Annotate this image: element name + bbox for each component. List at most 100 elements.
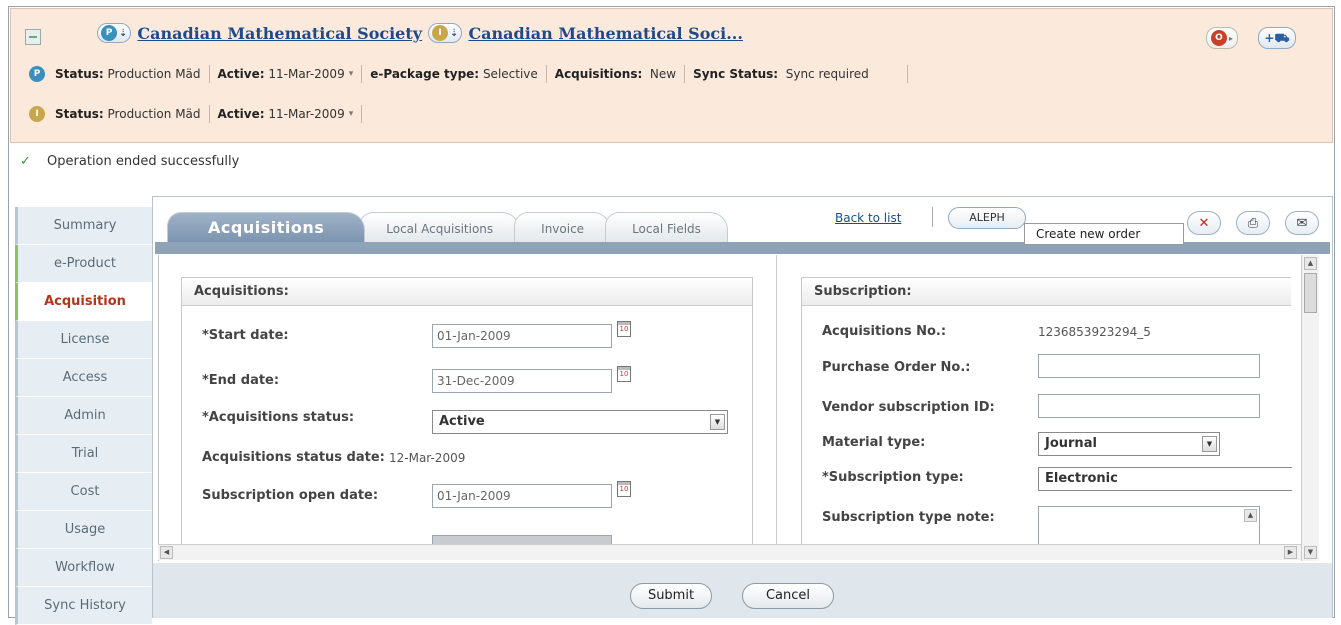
tab-acquisitions[interactable]: Acquisitions (167, 212, 366, 242)
start-date-field[interactable]: 01-Jan-2009 (432, 324, 612, 348)
horizontal-scrollbar[interactable]: ◀ ▶ (158, 544, 1301, 560)
sidebar-item-admin[interactable]: Admin (15, 397, 152, 435)
email-icon[interactable]: ✉ (1285, 211, 1319, 235)
calendar-icon[interactable]: 10 (617, 321, 631, 337)
divider (208, 105, 210, 123)
sidebar-item-summary[interactable]: Summary (15, 207, 152, 245)
acq-status-date-label: Acquisitions status date: (202, 450, 385, 465)
start-date-label: *Start date: (202, 328, 289, 343)
cart-add-icon[interactable]: +⛟ (1258, 27, 1296, 49)
interface-title-link[interactable]: Canadian Mathematical Soci... (468, 24, 743, 43)
caret-icon[interactable]: ▾ (349, 109, 354, 119)
package-icon: P (101, 25, 117, 41)
info-arrow-icon: ⇣ (450, 27, 459, 39)
print-icon[interactable]: ⎙ (1236, 211, 1270, 235)
divider (208, 65, 210, 83)
divider (684, 65, 686, 83)
status-value: Production Mäd (107, 107, 201, 121)
scroll-right-icon[interactable]: ▶ (1284, 546, 1297, 559)
scroll-down-icon[interactable]: ▼ (1304, 546, 1317, 559)
divider (932, 207, 933, 227)
scroll-up-icon[interactable]: ▲ (1244, 509, 1257, 522)
acq-status-select[interactable]: Active ▼ (432, 410, 728, 434)
sub-open-date-field[interactable]: 01-Jan-2009 (432, 484, 612, 508)
sidebar-item-cost[interactable]: Cost (15, 473, 152, 511)
calendar-icon[interactable]: 10 (617, 366, 631, 382)
tab-local-acquisitions[interactable]: Local Acquisitions (359, 212, 521, 242)
acq-value: New (649, 67, 677, 81)
success-message: ✓ Operation ended successfully (20, 154, 239, 169)
vendor-id-label: Vendor subscription ID: (822, 400, 995, 415)
tab-bar: Acquisitions Local Acquisitions Invoice … (167, 212, 728, 242)
acq-status-value: Active (439, 414, 485, 429)
sidebar-item-sync-history[interactable]: Sync History (15, 587, 152, 625)
chevron-down-icon: ▼ (1202, 436, 1217, 452)
active-label: Active: (217, 67, 265, 81)
material-type-select[interactable]: Journal ▼ (1038, 432, 1220, 456)
aleph-button[interactable]: ALEPH (948, 207, 1026, 229)
material-type-value: Journal (1045, 436, 1097, 451)
material-type-label: Material type: (822, 435, 926, 450)
info-arrow-icon: ⇣ (119, 27, 128, 39)
section-heading: Acquisitions: (182, 278, 752, 306)
acq-no-value: 1236853923294_5 (1038, 325, 1151, 339)
acq-no-label: Acquisitions No.: (822, 324, 947, 339)
sync-value: Sync required (785, 67, 869, 81)
sub-type-value: Electronic (1045, 471, 1118, 486)
tab-invoice[interactable]: Invoice (514, 212, 612, 242)
vertical-scrollbar[interactable]: ▲ ▼ (1301, 255, 1319, 561)
package-title-link[interactable]: Canadian Mathematical Society (137, 24, 422, 43)
scroll-left-icon[interactable]: ◀ (160, 546, 173, 559)
interface-badge[interactable]: I ⇣ (428, 23, 463, 43)
scroll-thumb[interactable] (1304, 273, 1317, 313)
collapse-button[interactable] (25, 29, 41, 45)
end-date-field[interactable]: 31-Dec-2009 (432, 369, 612, 393)
interface-status-row: I Status: Production Mäd Active: 11-Mar-… (29, 105, 370, 123)
order-icon: O (1210, 30, 1227, 46)
sidebar-item-acquisition[interactable]: Acquisition (15, 283, 152, 321)
record-header: P ⇣ Canadian Mathematical Society I ⇣ Ca… (10, 8, 1333, 143)
submit-button[interactable]: Submit (630, 583, 712, 609)
po-label: Purchase Order No.: (822, 360, 971, 375)
package-badge[interactable]: P ⇣ (97, 23, 132, 43)
sidebar-item-access[interactable]: Access (15, 359, 152, 397)
status-label: Status: (55, 107, 104, 121)
sidebar-item-usage[interactable]: Usage (15, 511, 152, 549)
caret-icon: ▸ (1228, 33, 1233, 43)
scroll-up-icon[interactable]: ▲ (1304, 257, 1317, 270)
chevron-down-icon: ▼ (710, 414, 725, 430)
epackage-label: e-Package type: (370, 67, 480, 81)
vendor-id-field[interactable] (1038, 394, 1260, 418)
divider (906, 65, 908, 83)
epackage-value: Selective (482, 67, 538, 81)
sidebar-item-trial[interactable]: Trial (15, 435, 152, 473)
subscription-section: Subscription: Acquisitions No.: 12368539… (801, 277, 1292, 547)
sub-type-select[interactable]: Electronic (1038, 467, 1292, 491)
sidebar-item-workflow[interactable]: Workflow (15, 549, 152, 587)
tab-local-fields[interactable]: Local Fields (605, 212, 728, 242)
package-status-row: P Status: Production Mäd Active: 11-Mar-… (29, 65, 916, 83)
success-message-text: Operation ended successfully (47, 154, 240, 169)
acq-status-date: 12-Mar-2009 (389, 451, 466, 465)
calendar-icon[interactable]: 10 (617, 481, 631, 497)
active-value: 11-Mar-2009 (268, 67, 345, 81)
po-field[interactable] (1038, 354, 1260, 378)
sidebar-item-eproduct[interactable]: e-Product (15, 245, 152, 283)
sub-open-date-label: Subscription open date: (202, 488, 379, 503)
sidebar-item-license[interactable]: License (15, 321, 152, 359)
side-nav: Summary e-Product Acquisition License Ac… (15, 207, 152, 625)
form-area: Acquisitions: *Start date: 01-Jan-2009 1… (158, 255, 1301, 561)
divider (361, 65, 363, 83)
back-to-list-link[interactable]: Back to list (835, 211, 901, 225)
delete-icon[interactable]: ✕ (1187, 211, 1221, 235)
caret-icon[interactable]: ▾ (349, 69, 354, 79)
tooltip: Create new order (1024, 223, 1184, 245)
acquisitions-section: Acquisitions: *Start date: 01-Jan-2009 1… (181, 277, 753, 547)
sub-type-label: *Subscription type: (822, 470, 964, 485)
main-panel: Acquisitions Local Acquisitions Invoice … (152, 196, 1333, 618)
status-value: Production Mäd (107, 67, 201, 81)
order-button[interactable]: O ▸ (1206, 27, 1238, 49)
cancel-button[interactable]: Cancel (742, 583, 834, 609)
interface-status-icon: I (29, 106, 45, 122)
sub-type-note-field[interactable]: ▲ (1038, 506, 1260, 546)
